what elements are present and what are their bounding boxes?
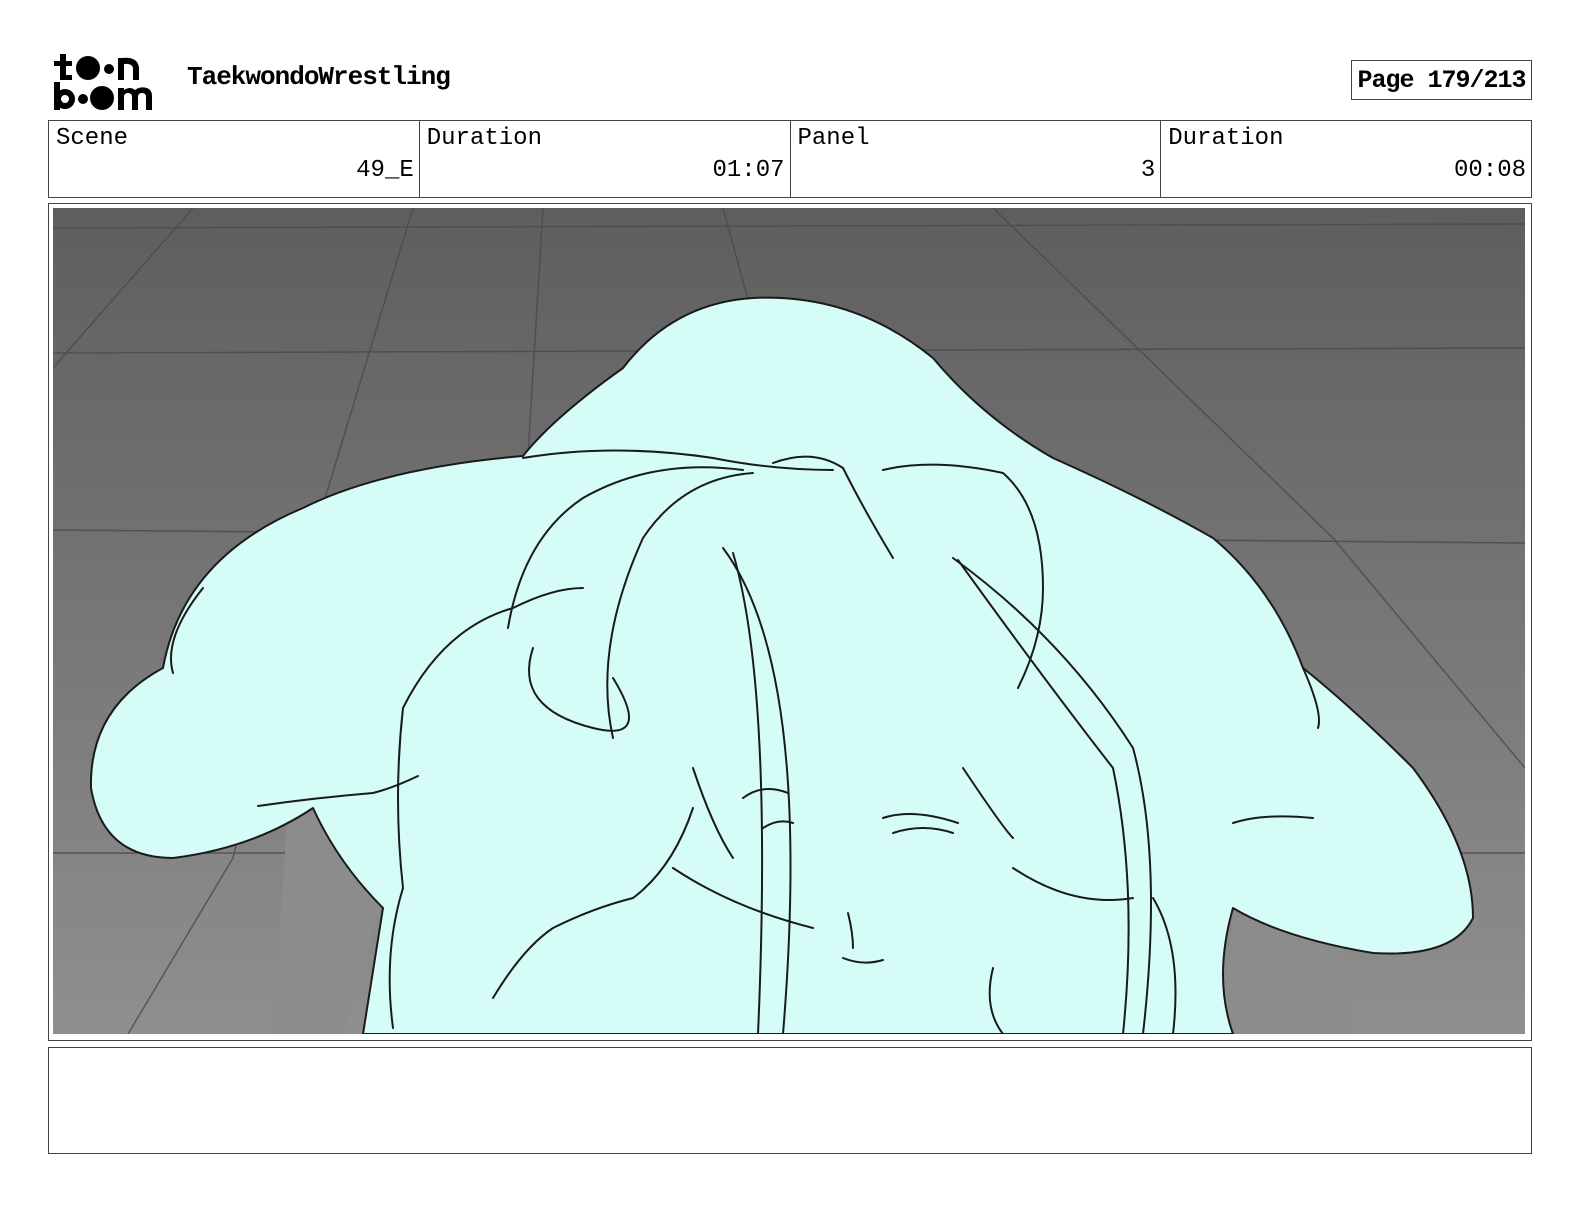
panel-duration-label: Duration <box>1168 125 1284 152</box>
panel-cell: Panel 3 <box>789 121 1161 197</box>
scene-label: Scene <box>56 125 129 152</box>
scene-duration-label: Duration <box>426 125 542 152</box>
storyboard-panel <box>48 203 1532 1041</box>
panel-drawing <box>53 208 1525 1034</box>
scene-info-table: Scene 49_E Duration 01:07 Panel 3 Durati… <box>48 120 1532 198</box>
page-number: Page 179/213 <box>1351 60 1532 100</box>
scene-cell: Scene 49_E <box>49 121 419 197</box>
toon-boom-logo <box>52 52 164 112</box>
scene-value: 49_E <box>356 157 414 184</box>
scene-duration-value: 01:07 <box>712 157 785 184</box>
panel-notes-box <box>48 1047 1532 1154</box>
panel-value: 3 <box>1140 157 1156 184</box>
panel-duration-value: 00:08 <box>1453 157 1526 184</box>
panel-label: Panel <box>797 125 870 152</box>
project-title: TaekwondoWrestling <box>187 62 451 92</box>
panel-duration-cell: Duration 00:08 <box>1160 121 1531 197</box>
scene-duration-cell: Duration 01:07 <box>418 121 790 197</box>
